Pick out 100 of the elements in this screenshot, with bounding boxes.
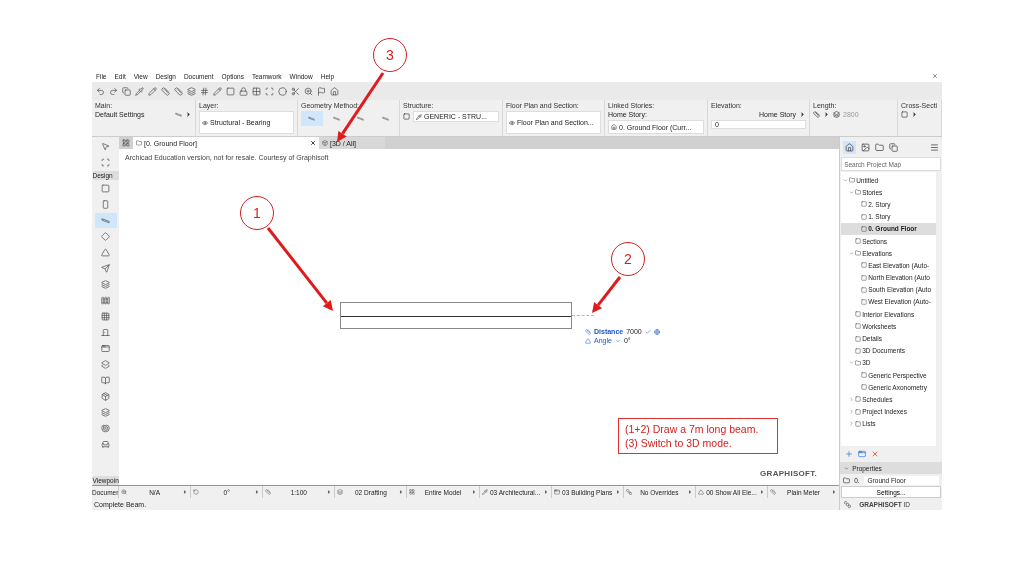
pen-icon [481,489,488,495]
marquee-icon [101,158,110,167]
copy-icon[interactable] [122,86,131,96]
caret-icon [911,111,918,118]
layers-icon [101,280,110,289]
story-icon [611,124,617,130]
chevron-icon[interactable] [849,360,855,366]
caret-icon [759,489,765,495]
triangle-icon [697,489,704,495]
folder-icon [136,140,142,146]
package-icon [101,392,110,401]
book-icon [101,376,110,385]
grid-icon[interactable] [122,139,130,147]
close-icon[interactable] [310,140,316,146]
square-icon [101,184,110,193]
project-map-tab[interactable] [843,140,857,154]
grid-icon[interactable] [252,86,261,96]
railing-icon [101,296,110,305]
image-icon[interactable] [861,142,871,152]
beam-icon [381,115,389,122]
shell-icon [101,424,110,433]
note-line: (3) Switch to 3D mode. [625,437,733,449]
caret-icon [326,489,333,495]
guide-line [572,315,594,316]
toolbox-tool[interactable] [94,213,117,228]
ruler-icon [813,111,820,118]
caret-icon [614,489,621,495]
layers-icon [101,360,110,369]
check-icon[interactable] [644,328,651,335]
caret-icon [686,489,693,495]
pipette-icon[interactable] [135,86,144,96]
window-icon [101,344,110,353]
plane-icon [101,264,110,273]
chevron-icon[interactable] [849,250,855,256]
flag-icon[interactable] [317,86,326,96]
layers-icon [833,111,840,118]
beam-icon [332,115,340,122]
add-icon[interactable] [845,450,854,458]
chevron-icon[interactable] [849,396,855,402]
caret-icon [823,111,830,118]
callout-number: 3 [373,38,407,72]
folder-icon [855,359,862,366]
delete-icon[interactable] [871,450,880,458]
square-icon[interactable] [226,86,235,96]
redo-icon[interactable] [109,86,118,96]
folder-icon [849,177,856,184]
logo-text: GRAPHISOFT. [760,469,818,478]
window-icon[interactable] [858,450,867,458]
undo-icon[interactable] [96,86,105,96]
folder-icon[interactable] [875,142,885,152]
circle-icon[interactable] [278,86,287,96]
pencil-icon[interactable] [213,86,222,96]
distance-icon [585,328,591,335]
rectangle-icon [101,200,110,209]
menu-icon[interactable] [930,142,939,152]
lock-icon[interactable] [239,86,248,96]
window-icon [553,489,560,495]
zoom-icon[interactable] [304,86,313,96]
geometry-method-button[interactable] [301,111,323,126]
caret-icon [799,111,806,118]
beam-icon [308,115,316,122]
rotate-icon [193,489,200,495]
cube-icon [322,140,328,146]
ruler-icon[interactable] [174,86,183,96]
folder-icon [855,189,862,196]
beam-icon [175,111,182,118]
caret-icon [185,111,192,118]
copy-icon[interactable] [889,142,899,152]
chevron-icon[interactable] [614,337,621,344]
caret-icon [831,489,838,495]
ruler-icon [770,489,776,495]
layers-icon [337,489,344,495]
scissors-icon[interactable] [291,86,300,96]
house-icon[interactable] [330,86,339,96]
grid-icon [409,489,416,495]
globe-icon[interactable] [653,328,660,335]
chevron-icon[interactable] [844,465,850,471]
ruler-icon [265,489,272,495]
diamond-icon [101,232,110,241]
grid-icon [101,312,110,321]
triangle-icon [101,248,110,257]
house-icon [845,142,855,152]
zoom-icon [121,489,127,495]
caret-icon [182,489,189,495]
beam-icon [357,115,365,122]
pencil-icon[interactable] [148,86,157,96]
scan-icon[interactable] [265,86,274,96]
note-line: (1+2) Draw a 7m long beam. [625,423,760,435]
layers-icon[interactable] [187,86,196,96]
pointer-icon [101,142,110,151]
ruler-icon[interactable] [161,86,170,96]
chair-icon [101,440,110,449]
caret-icon [470,489,477,495]
beam-icon [101,216,110,225]
folder-icon [843,476,851,484]
folder-icon [855,250,862,257]
caret-icon [542,489,549,495]
eye-icon [509,119,515,126]
angle-icon [585,337,591,344]
grid-icon[interactable] [200,86,209,96]
